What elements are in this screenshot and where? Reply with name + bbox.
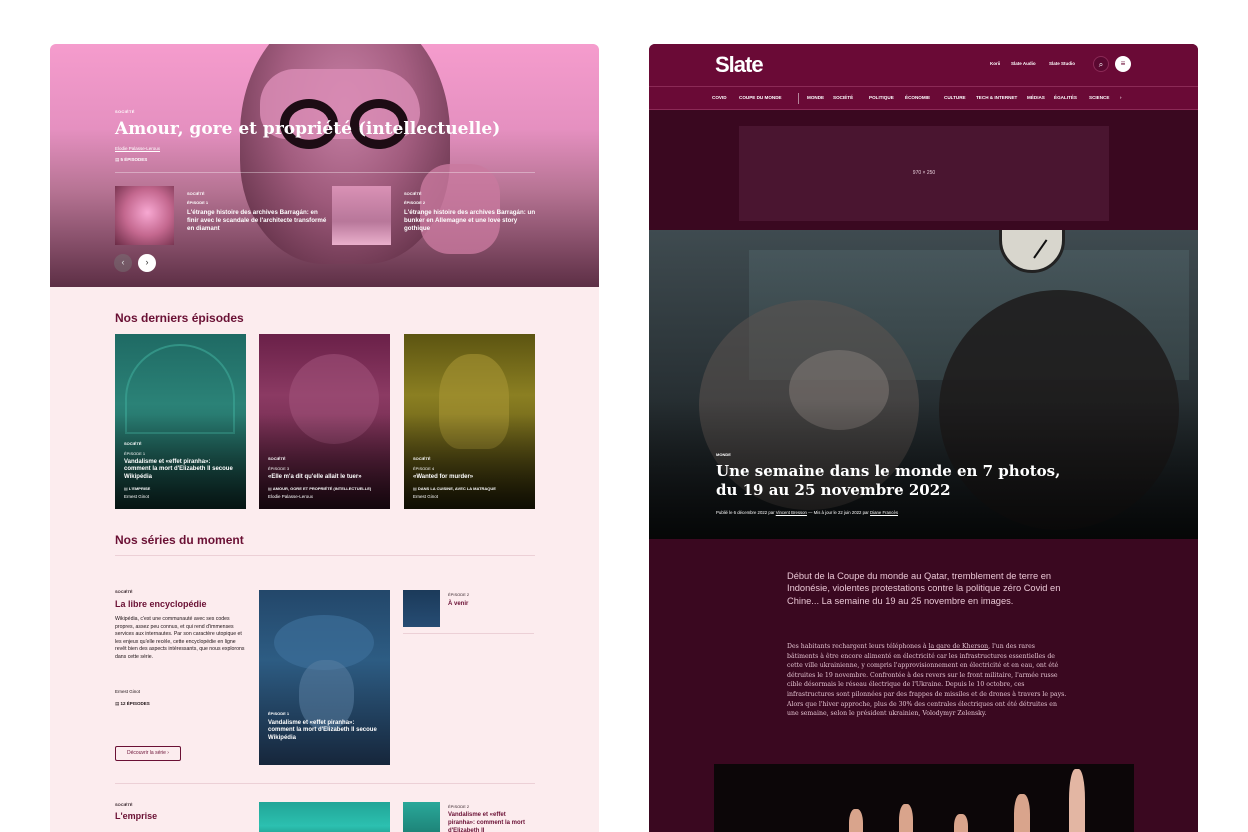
slate-logo[interactable]: Slate (715, 52, 764, 78)
nav-bar: COVID COUPE DU MONDE MONDE SOCIÉTÉ POLIT… (649, 86, 1198, 110)
top-link-slate-studio[interactable]: Slate Studio (1049, 61, 1075, 66)
latest-episode-card[interactable]: SOCIÉTÉ ÉPISODE 4 «Wanted for murder» ▤ … (404, 334, 535, 509)
author-link[interactable]: Vincent Bresson (776, 510, 807, 515)
top-link-korii[interactable]: Korii (990, 61, 1000, 66)
episodes-count: ▤ 5 ÉPISODES (115, 157, 148, 162)
discover-series-button[interactable]: Découvrir la série › (115, 746, 181, 761)
divider (115, 555, 535, 556)
nav-item-culture[interactable]: CULTURE (944, 95, 966, 100)
card-title[interactable]: Vandalisme et «effet piranha»: comment l… (268, 720, 382, 743)
article-hero-photo: MONDE Une semaine dans le monde en 7 pho… (649, 230, 1198, 539)
article-body: Des habitants rechargent leurs téléphone… (787, 643, 1067, 718)
series-heading: Nos séries du moment (115, 533, 244, 547)
episode-number: ÉPISODE 2 (448, 592, 470, 597)
latest-episodes-heading: Nos derniers épisodes (115, 311, 244, 325)
article-title: Une semaine dans le monde en 7 photos, d… (716, 462, 1061, 499)
card-title[interactable]: «Elle m'a dit qu'elle allait le tuer» (268, 474, 382, 482)
nav-item-societe[interactable]: SOCIÉTÉ (833, 95, 853, 100)
episode-title[interactable]: À venir (448, 601, 468, 607)
editor-link[interactable]: Diane Francès (870, 510, 898, 515)
latest-episode-card[interactable]: SOCIÉTÉ ÉPISODE 1 Vandalisme et «effet p… (115, 334, 246, 509)
card-title[interactable]: «Wanted for murder» (413, 474, 527, 482)
nav-item-economie[interactable]: ÉCONOMIE (905, 95, 930, 100)
episode-thumbnail (332, 186, 391, 245)
article-kicker[interactable]: MONDE (716, 452, 731, 457)
article-photo (714, 764, 1134, 832)
episode-number: ÉPISODE 2 (448, 804, 470, 809)
nav-item-monde[interactable]: MONDE (807, 95, 824, 100)
card-episode-number: ÉPISODE 1 (124, 450, 146, 456)
carousel-next-button[interactable]: › (138, 254, 156, 272)
series-description: Wikipédia, c'est une communauté avec ses… (115, 616, 245, 660)
ad-placeholder: 970 × 250 (739, 126, 1109, 221)
hero-kicker: SOCIÉTÉ (115, 109, 135, 114)
nav-item-coupe-du-monde[interactable]: COUPE DU MONDE (739, 95, 782, 100)
card-kicker: SOCIÉTÉ (124, 440, 142, 446)
nav-item-tech[interactable]: TECH & INTERNET (976, 95, 1017, 100)
hero-banner: SOCIÉTÉ Amour, gore et propriété (intell… (50, 44, 599, 287)
hero-author-link[interactable]: Elodie Palasse-Leroux (115, 146, 160, 151)
top-link-slate-audio[interactable]: Slate Audio (1011, 61, 1036, 66)
series-episode-card[interactable] (259, 802, 390, 832)
nav-item-science[interactable]: SCIENCE (1089, 95, 1109, 100)
latest-episode-card[interactable]: SOCIÉTÉ ÉPISODE 3 «Elle m'a dit qu'elle … (259, 334, 390, 509)
episode-kicker: SOCIÉTÉ (187, 191, 205, 196)
episode-number: ÉPISODE 2 (404, 200, 426, 205)
divider (115, 172, 535, 173)
search-icon[interactable]: ⌕ (1093, 56, 1109, 72)
episode-title[interactable]: Vandalisme et «effet piranha»: comment l… (448, 812, 533, 832)
card-author: Elodie Palasse-Leroux (268, 494, 314, 499)
episode-title[interactable]: L'étrange histoire des archives Barragán… (404, 209, 544, 232)
episode-title[interactable]: L'étrange histoire des archives Barragán… (187, 209, 327, 232)
card-episode-number: ÉPISODE 1 (268, 710, 290, 716)
nav-separator (798, 93, 799, 104)
card-kicker: SOCIÉTÉ (268, 456, 286, 462)
card-series[interactable]: ▤ DANS LA CUISINE, AVEC LA MATRAQUE (413, 486, 527, 491)
nav-more-icon[interactable]: › (1120, 95, 1122, 100)
nav-item-covid[interactable]: COVID (712, 95, 727, 100)
series-kicker: SOCIÉTÉ (115, 589, 133, 594)
body-link[interactable]: la gare de Kherson (929, 643, 989, 650)
card-series[interactable]: ▤ L'EMPRISE (124, 486, 238, 491)
series-title[interactable]: La libre encyclopédie (115, 599, 207, 609)
series-side-episode[interactable]: ÉPISODE 2 À venir (403, 590, 534, 634)
series-kicker: SOCIÉTÉ (115, 802, 133, 807)
card-kicker: SOCIÉTÉ (413, 456, 431, 462)
card-series[interactable]: ▤ AMOUR, GORE ET PROPRIÉTÉ (INTELLECTUEL… (268, 486, 382, 491)
article-lead: Début de la Coupe du monde au Qatar, tre… (787, 571, 1061, 606)
nav-item-egalites[interactable]: ÉGALITÉS (1054, 95, 1077, 100)
divider (115, 783, 535, 784)
ad-size-label: 970 × 250 (912, 170, 936, 176)
card-author: Ernest Ginot (124, 494, 150, 499)
episode-thumbnail (403, 590, 440, 627)
series-episodes-count: ▤ 12 ÉPISODES (115, 701, 150, 706)
hero-episode-card[interactable]: SOCIÉTÉ ÉPISODE 1 L'étrange histoire des… (115, 186, 326, 246)
series-author: Ernest Ginot (115, 689, 141, 694)
hero-title[interactable]: Amour, gore et propriété (intellectuelle… (115, 119, 500, 139)
episode-kicker: SOCIÉTÉ (404, 191, 422, 196)
nav-item-politique[interactable]: POLITIQUE (869, 95, 894, 100)
card-episode-number: ÉPISODE 3 (268, 466, 290, 472)
podcast-page: SOCIÉTÉ Amour, gore et propriété (intell… (50, 44, 599, 832)
card-author: Ernest Ginot (413, 494, 439, 499)
card-title[interactable]: Vandalisme et «effet piranha»: comment l… (124, 459, 238, 482)
series-title[interactable]: L'emprise (115, 811, 157, 821)
hero-episode-card[interactable]: SOCIÉTÉ ÉPISODE 2 L'étrange histoire des… (332, 186, 535, 246)
header: Slate Korii Slate Audio Slate Studio ⌕ ≡ (649, 44, 1198, 86)
nav-item-medias[interactable]: MÉDIAS (1027, 95, 1045, 100)
episode-thumbnail (115, 186, 174, 245)
card-episode-number: ÉPISODE 4 (413, 466, 435, 472)
carousel-prev-button[interactable]: ‹ (114, 254, 132, 272)
series-episode-card[interactable]: ÉPISODE 1 Vandalisme et «effet piranha»:… (259, 590, 390, 765)
episode-thumbnail (403, 802, 440, 832)
episode-number: ÉPISODE 1 (187, 200, 209, 205)
article-meta: Publié le 6 décembre 2022 par Vincent Br… (716, 510, 898, 515)
menu-icon[interactable]: ≡ (1115, 56, 1131, 72)
slate-article-page: Slate Korii Slate Audio Slate Studio ⌕ ≡… (649, 44, 1198, 832)
